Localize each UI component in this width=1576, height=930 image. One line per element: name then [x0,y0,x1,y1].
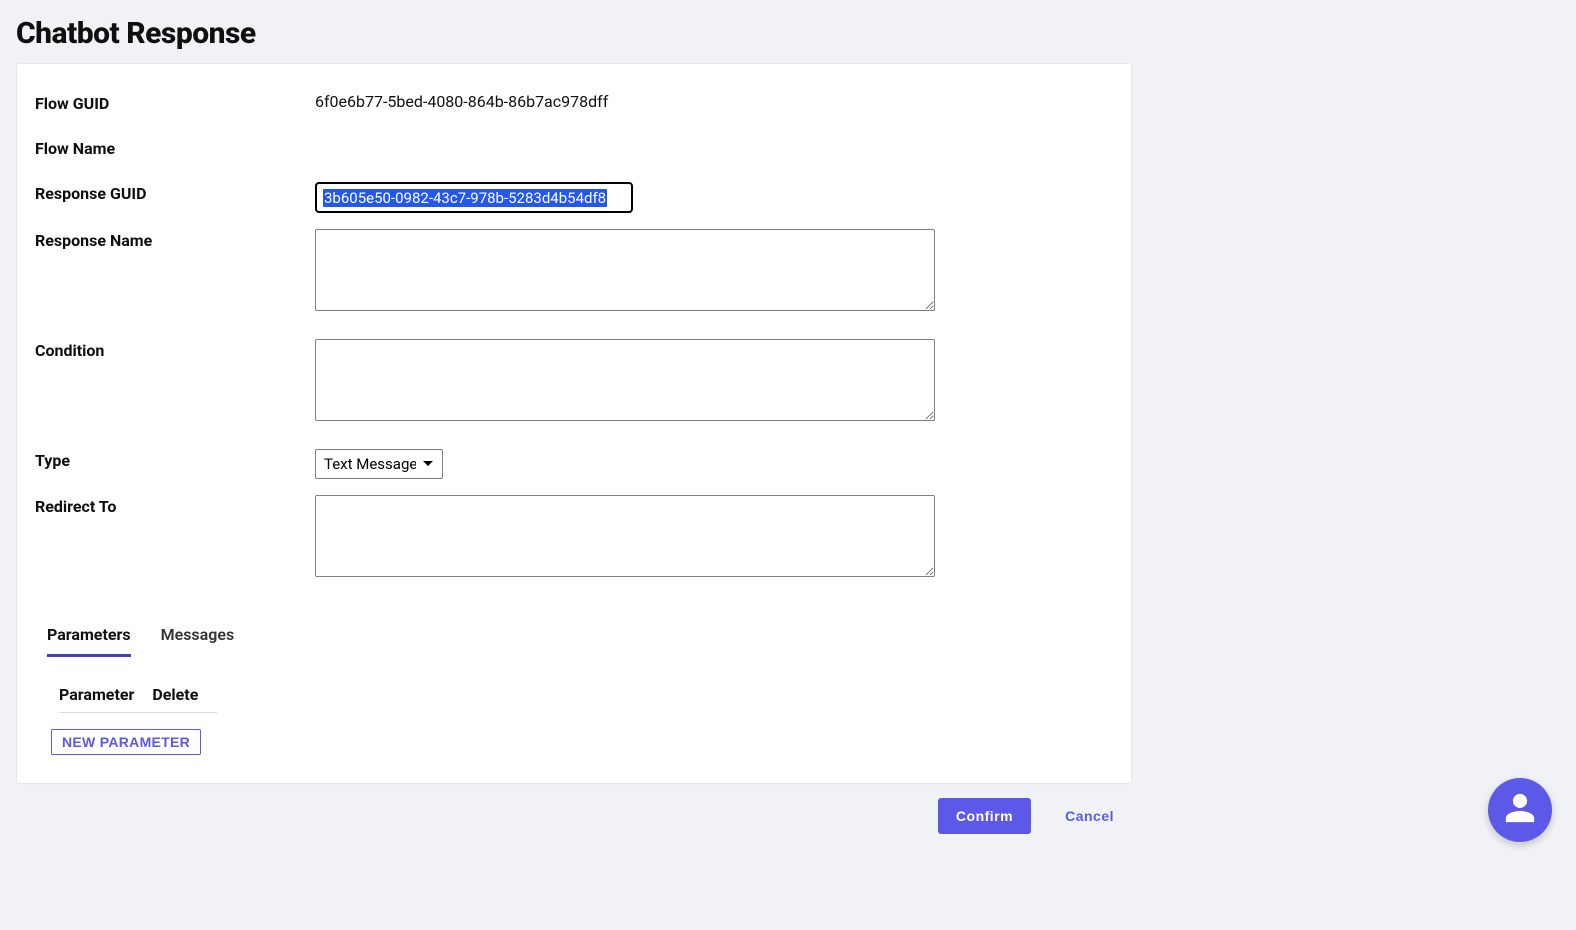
tab-messages[interactable]: Messages [161,619,235,657]
flow-guid-value: 6f0e6b77-5bed-4080-864b-86b7ac978dff [315,92,608,111]
action-bar: Confirm Cancel [16,784,1132,834]
confirm-button[interactable]: Confirm [938,798,1031,834]
response-form-card: Flow GUID 6f0e6b77-5bed-4080-864b-86b7ac… [16,63,1132,784]
page-title: Chatbot Response [16,16,1560,63]
response-name-input[interactable] [315,229,935,311]
profile-fab[interactable] [1488,778,1552,842]
parameters-table-header: Parameter Delete [59,685,217,713]
parameters-col-delete: Delete [152,685,198,704]
type-label: Type [35,449,315,470]
flow-name-label: Flow Name [35,137,315,158]
condition-input[interactable] [315,339,935,421]
redirect-to-input[interactable] [315,495,935,577]
redirect-to-label: Redirect To [35,495,315,516]
new-parameter-button[interactable]: New Parameter [51,729,201,755]
tabs: Parameters Messages [47,619,1113,657]
tab-parameters[interactable]: Parameters [47,619,131,657]
response-name-label: Response Name [35,229,315,250]
response-guid-selected-text: 3b605e50-0982-43c7-978b-5283d4b54df8 [323,189,607,207]
condition-label: Condition [35,339,315,360]
type-select[interactable]: Text Message [315,449,443,479]
parameters-col-parameter: Parameter [59,685,134,704]
response-guid-label: Response GUID [35,182,315,203]
response-guid-input[interactable]: 3b605e50-0982-43c7-978b-5283d4b54df8 [315,182,633,213]
cancel-button[interactable]: Cancel [1051,798,1128,834]
flow-guid-label: Flow GUID [35,92,315,113]
person-icon [1503,791,1537,829]
